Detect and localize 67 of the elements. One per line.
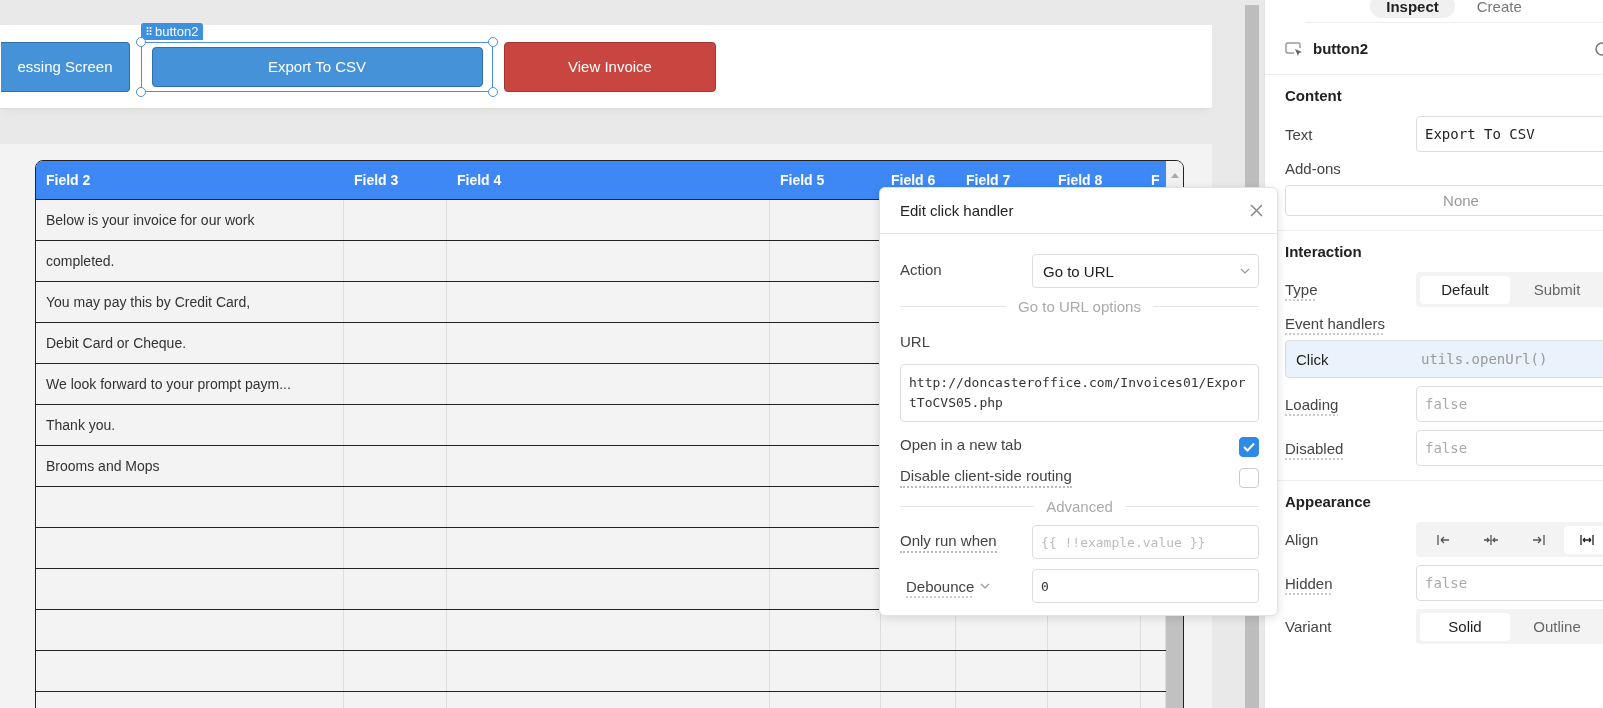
text-input[interactable]: Export To CSV [1416, 116, 1603, 152]
resize-handle[interactable] [488, 36, 498, 47]
property-label: Variant [1285, 618, 1333, 635]
option-label: Disable client-side routing [900, 467, 1072, 488]
canvas-button[interactable]: essing Screen [1, 41, 130, 92]
segment-option[interactable]: Default [1420, 275, 1510, 304]
field-label: Action [900, 260, 942, 280]
scroll-up-arrow-icon[interactable] [1169, 171, 1180, 179]
action-select[interactable]: Go to URL [1032, 254, 1259, 288]
code-input[interactable]: false [1416, 386, 1603, 422]
property-label: Event handlers [1285, 315, 1387, 332]
resize-handle[interactable] [136, 36, 146, 47]
field-label: Only run when [900, 531, 997, 553]
property-label: Type [1285, 281, 1319, 298]
section-title: Content [1285, 87, 1343, 104]
addons-field[interactable]: None [1285, 185, 1603, 216]
property-label: Align [1285, 531, 1320, 548]
checkbox[interactable] [1239, 467, 1259, 488]
table-cell: Below is your invoice for our work [36, 200, 344, 240]
panel-tab[interactable]: Create [1460, 0, 1538, 18]
table-cell: Debit Card or Cheque. [36, 323, 344, 363]
column-header[interactable]: Field 2 [36, 161, 344, 199]
selection-tag: button2 [141, 22, 204, 40]
event-handler-item[interactable]: Click utils.openUrl() [1285, 340, 1603, 378]
field-label: URL [900, 333, 931, 352]
checkbox[interactable] [1239, 436, 1259, 457]
property-label: Add-ons [1285, 160, 1342, 177]
code-input[interactable]: false [1416, 430, 1603, 466]
align-option[interactable] [1564, 525, 1603, 554]
section-title: Interaction [1285, 243, 1363, 260]
resize-handle[interactable] [136, 86, 146, 97]
table-cell: We look forward to your prompt paym... [36, 364, 344, 404]
section-title: Appearance [1285, 493, 1372, 510]
checkmark-icon [1243, 441, 1255, 452]
condition-input[interactable]: {{ !!example.value }} [1032, 525, 1259, 559]
table-cell: Brooms and Mops [36, 446, 344, 486]
property-label: Loading [1285, 395, 1340, 413]
column-header[interactable]: Field 3 [344, 161, 447, 199]
divider-label: Go to URL options [1018, 298, 1141, 315]
chevron-down-icon [980, 583, 991, 589]
divider-label: Advanced [1046, 498, 1113, 515]
column-header[interactable]: Field 4 [447, 161, 770, 199]
close-button[interactable] [1250, 204, 1263, 217]
cursor-select-icon [1285, 40, 1303, 57]
drag-handle-icon[interactable] [146, 26, 152, 36]
segment-option[interactable]: Solid [1420, 612, 1510, 641]
option-label: Open in a new tab [900, 436, 1022, 455]
property-label: Hidden [1285, 574, 1334, 592]
table-cell: completed. [36, 241, 344, 281]
popover-title: Edit click handler [900, 202, 1014, 219]
chevron-down-icon [1240, 268, 1250, 274]
segment-option[interactable]: Outline [1512, 612, 1602, 641]
url-input[interactable]: http://doncasteroffice.com/Invoices01/ExportToCVS05.php [900, 364, 1259, 422]
code-input[interactable]: false [1416, 565, 1603, 601]
table-cell: You may pay this by Credit Card, [36, 282, 344, 322]
property-label: Text [1285, 125, 1314, 143]
component-name: button2 [1313, 40, 1369, 57]
canvas-button[interactable]: View Invoice [504, 41, 716, 92]
canvas-button[interactable]: Export To CSV [151, 46, 483, 87]
debounce-dropdown[interactable]: Debounce [906, 577, 991, 595]
property-label: Disabled [1285, 439, 1345, 457]
resize-handle[interactable] [488, 86, 498, 97]
table-cell: Thank you. [36, 405, 344, 445]
column-header[interactable]: Field 5 [770, 161, 881, 199]
panel-tab[interactable]: Inspect [1370, 0, 1455, 18]
debounce-input[interactable]: 0 [1032, 569, 1259, 603]
segment-option[interactable]: Submit [1512, 275, 1602, 304]
